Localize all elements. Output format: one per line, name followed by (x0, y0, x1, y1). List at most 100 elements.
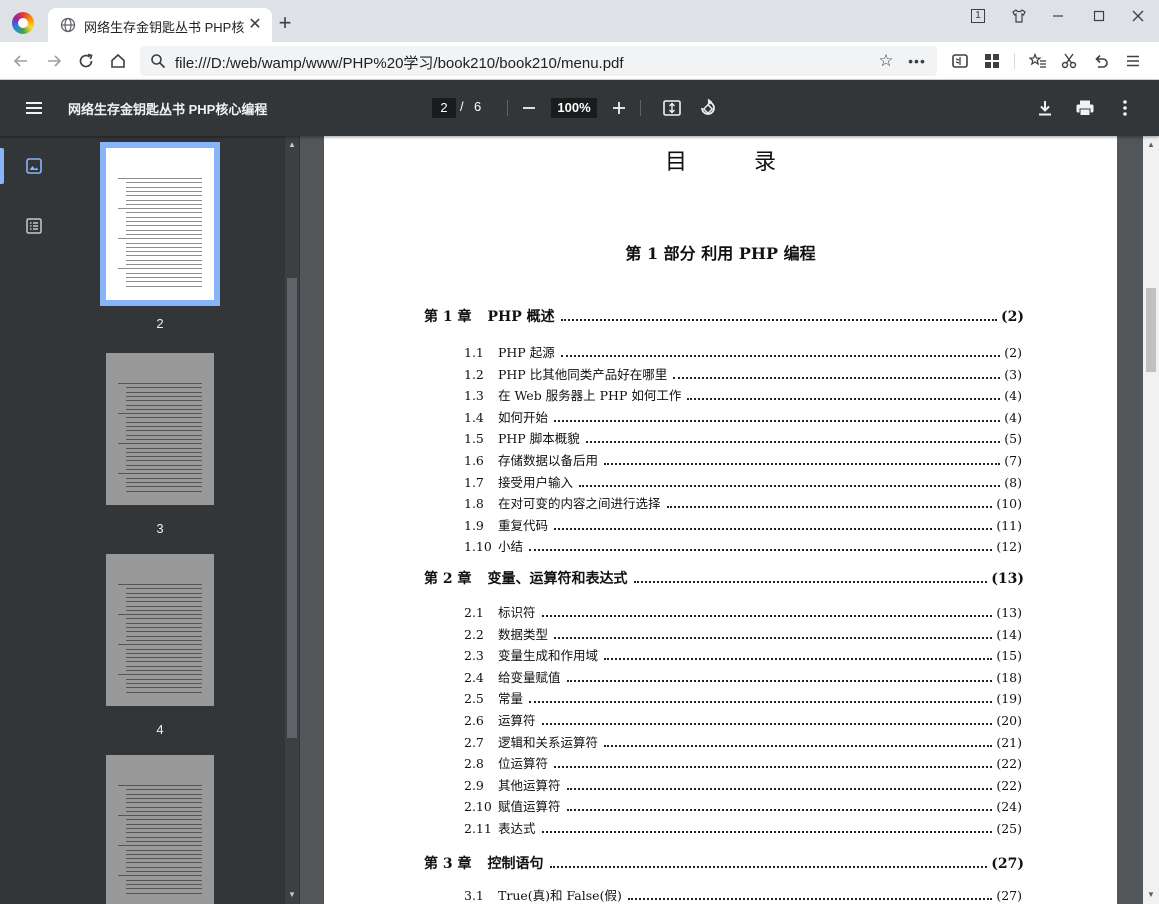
download-icon[interactable] (1033, 96, 1057, 120)
toc-section-entry[interactable]: 2.4 给变量赋值 (18) (464, 667, 1022, 686)
more-actions-icon[interactable] (1113, 96, 1137, 120)
more-options-icon[interactable]: ••• (906, 51, 928, 71)
toc-section-entry[interactable]: 2.5 常量 (19) (464, 688, 1022, 707)
thumbnail-text-line (126, 588, 202, 590)
toc-chapter-entry[interactable]: 第 1 章 PHP 概述 (2) (424, 306, 1024, 326)
toc-chapter-entry[interactable]: 第 3 章控制语句 (27) (424, 853, 1024, 873)
scroll-down-icon[interactable]: ▼ (1144, 888, 1158, 902)
scissors-icon[interactable] (1059, 51, 1079, 71)
rotate-icon[interactable] (696, 96, 720, 120)
fit-page-icon[interactable] (660, 96, 684, 120)
toc-section-entry[interactable]: 2.8 位运算符 (22) (464, 753, 1022, 772)
sidebar-scrollbar[interactable]: ▲ ▼ (285, 136, 299, 904)
close-window-icon[interactable] (1126, 6, 1150, 26)
thumbnail-text-line (126, 255, 202, 257)
toc-section-entry[interactable]: 2.6 运算符 (20) (464, 710, 1022, 729)
home-icon[interactable] (107, 50, 129, 72)
toc-section-entry[interactable]: 1.7 接受用户输入 (8) (464, 472, 1022, 491)
thumbnail-view-icon[interactable] (24, 156, 44, 176)
toc-section-entry[interactable]: 2.1 标识符 (13) (464, 602, 1022, 621)
toc-section-entry[interactable]: 2.11 表达式 (25) (464, 818, 1022, 837)
thumbnail-text-line (126, 627, 202, 628)
toc-section-entry[interactable]: 2.7 逻辑和关系运算符 (21) (464, 732, 1022, 751)
zoom-level-input[interactable]: 100% (551, 98, 597, 118)
thumbnail-text-line (126, 251, 202, 253)
active-view-indicator (0, 148, 4, 184)
page-thumbnail[interactable] (106, 554, 214, 706)
shirt-icon[interactable] (1007, 6, 1031, 26)
sidebar-toggle-icon[interactable] (24, 98, 44, 118)
new-tab-button[interactable]: + (274, 12, 296, 35)
toc-leader-dots (529, 549, 993, 552)
toc-section-entry[interactable]: 1.8 在对可变的内容之间进行选择 (10) (464, 493, 1022, 512)
address-bar[interactable]: file:///D:/web/wamp/www/PHP%20学习/book210… (140, 46, 937, 76)
forward-icon[interactable] (43, 50, 65, 72)
toc-section-entry[interactable]: 1.4 如何开始 (4) (464, 407, 1022, 426)
thumbnail-text-line (126, 879, 202, 881)
thumbnail-text-line (126, 242, 202, 244)
thumbnail-text-line (126, 635, 202, 637)
minimize-icon[interactable] (1046, 6, 1070, 26)
toc-section-entry[interactable]: 2.10 赋值运算符 (24) (464, 796, 1022, 815)
browser-tab[interactable]: 网络生存金钥匙丛书 PHP核心 ✕ (48, 8, 272, 42)
page-scrollbar[interactable]: ▲ ▼ (1143, 136, 1159, 904)
browser-menu-icon[interactable] (1123, 51, 1143, 71)
thumbnail-text-line (126, 618, 202, 620)
bookmark-star-icon[interactable]: ☆ (876, 51, 896, 71)
section-page: (12) (996, 539, 1022, 555)
maximize-icon[interactable] (1087, 6, 1111, 26)
section-number: 2.8 (464, 756, 484, 772)
apps-grid-icon[interactable] (982, 51, 1002, 71)
undo-icon[interactable] (1091, 51, 1111, 71)
toc-section-entry[interactable]: 1.3 在 Web 服务器上 PHP 如何工作 (4) (464, 385, 1022, 404)
sidebar-scroll-thumb[interactable] (287, 278, 297, 738)
toc-section-entry[interactable]: 1.1 PHP 起源 (2) (464, 342, 1022, 361)
scroll-down-icon[interactable]: ▼ (285, 888, 299, 902)
toc-section-entry[interactable]: 1.9 重复代码 (11) (464, 515, 1022, 534)
print-icon[interactable] (1073, 96, 1097, 120)
toc-leader-dots (554, 419, 1001, 422)
page-thumbnail[interactable] (106, 353, 214, 505)
back-icon[interactable] (10, 50, 32, 72)
section-page: (2) (1004, 345, 1022, 360)
page-thumbnail[interactable] (100, 142, 220, 306)
toc-leader-dots (673, 376, 1001, 379)
toc-section-entry[interactable]: 2.3 变量生成和作用域 (15) (464, 645, 1022, 664)
toc-section-entry[interactable]: 2.9 其他运算符 (22) (464, 775, 1022, 794)
toc-leader-dots (633, 581, 988, 583)
thumbnail-text-line (126, 225, 202, 227)
reload-icon[interactable] (75, 50, 97, 72)
tab-close-icon[interactable]: ✕ (246, 16, 264, 34)
thumbnail-text-line (118, 268, 202, 270)
page-thumbnail[interactable] (106, 755, 214, 904)
toc-section-entry[interactable]: 1.2 PHP 比其他同类产品好在哪里 (3) (464, 364, 1022, 383)
scroll-up-icon[interactable]: ▲ (285, 138, 299, 152)
reader-mode-icon[interactable] (950, 51, 970, 71)
favorites-icon[interactable] (1028, 51, 1048, 71)
zoom-in-icon[interactable] (607, 96, 631, 120)
scroll-up-icon[interactable]: ▲ (1144, 138, 1158, 152)
section-page: (14) (996, 626, 1022, 642)
section-number: 1.6 (464, 453, 484, 468)
toc-section-entry[interactable]: 3.1 True(真)和 False(假) (27) (464, 885, 1022, 904)
toc-chapter-entry[interactable]: 第 2 章变量、运算符和表达式 (13) (424, 568, 1024, 588)
url-text[interactable]: file:///D:/web/wamp/www/PHP%20学习/book210… (175, 52, 624, 73)
toc-section-entry[interactable]: 1.6 存储数据以备后用 (7) (464, 450, 1022, 469)
thumbnail-text-line (126, 609, 202, 611)
section-title: True(真)和 False(假) (498, 888, 622, 903)
toc-leader-dots (529, 701, 993, 704)
section-title: PHP 起源 (498, 345, 555, 360)
toc-section-entry[interactable]: 1.5 PHP 脚本概貌 (5) (464, 428, 1022, 447)
section-number: 2.3 (464, 648, 484, 664)
toc-section-entry[interactable]: 2.2 数据类型 (14) (464, 624, 1022, 643)
zoom-out-icon[interactable] (517, 96, 541, 120)
section-number: 1.1 (464, 345, 484, 360)
tab-count-icon[interactable]: 1 (966, 6, 990, 26)
section-page: (3) (1004, 366, 1022, 382)
page-number-input[interactable]: 2 (432, 98, 456, 118)
outline-view-icon[interactable] (24, 216, 44, 236)
thumbnail-text-line (126, 404, 202, 406)
thumbnail-text-line (126, 451, 202, 453)
page-scroll-thumb[interactable] (1146, 288, 1156, 372)
toc-section-entry[interactable]: 1.10 小结 (12) (464, 536, 1022, 555)
